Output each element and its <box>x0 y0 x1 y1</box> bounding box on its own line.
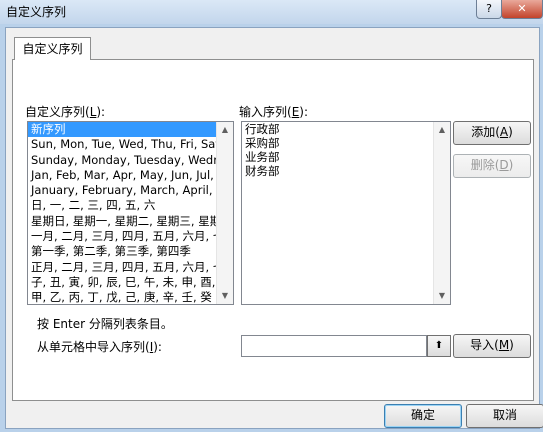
help-button[interactable]: ? <box>476 0 502 19</box>
delete-button[interactable]: 删除(D) <box>453 154 531 178</box>
range-select-icon[interactable]: ⬆ <box>427 335 451 357</box>
list-item[interactable]: January, February, March, April, May, Ju… <box>28 183 217 198</box>
title-bar[interactable]: 自定义序列 ? ✕ <box>0 0 543 24</box>
ok-button[interactable]: 确定 <box>384 404 462 428</box>
import-range-label: 从单元格中导入序列(I): <box>37 340 162 354</box>
hint-text: 按 Enter 分隔列表条目。 <box>37 317 173 331</box>
scroll-up-icon[interactable]: ▲ <box>434 122 450 138</box>
list-item[interactable]: Sun, Mon, Tue, Wed, Thu, Fri, Sat <box>28 137 217 152</box>
window-title: 自定义序列 <box>6 5 67 19</box>
entry-line: 行政部 <box>245 122 280 136</box>
entry-line: 采购部 <box>245 136 280 150</box>
custom-lists-label: 自定义序列(L): <box>25 105 106 119</box>
list-item[interactable]: Sunday, Monday, Tuesday, Wednesday, Thur… <box>28 153 217 168</box>
list-item[interactable]: 一月, 二月, 三月, 四月, 五月, 六月, 七月 <box>28 229 217 244</box>
scroll-down-icon[interactable]: ▼ <box>434 288 450 304</box>
list-item[interactable]: 正月, 二月, 三月, 四月, 五月, 六月, 七月 <box>28 260 217 275</box>
entries-textarea[interactable]: 行政部 采购部 业务部 财务部 ▲ ▼ <box>241 121 451 305</box>
tab-custom-lists[interactable]: 自定义序列 <box>14 37 91 60</box>
entries-label: 输入序列(E): <box>239 105 309 119</box>
close-button[interactable]: ✕ <box>501 0 543 19</box>
custom-lists-listbox[interactable]: 新序列 Sun, Mon, Tue, Wed, Thu, Fri, Sat Sund… <box>27 121 234 305</box>
list-item[interactable]: 日, 一, 二, 三, 四, 五, 六 <box>28 198 217 213</box>
entries-scrollbar[interactable]: ▲ ▼ <box>433 122 450 304</box>
list-item[interactable]: Jan, Feb, Mar, Apr, May, Jun, Jul, Aug, … <box>28 168 217 183</box>
add-button[interactable]: 添加(A) <box>453 121 531 145</box>
list-item[interactable]: 星期日, 星期一, 星期二, 星期三, 星期四 <box>28 214 217 229</box>
dialog-body: 自定义序列 自定义序列(L): 新序列 Sun, Mon, Tue, Wed, T… <box>5 27 543 429</box>
cancel-button[interactable]: 取消 <box>466 404 543 428</box>
entry-line: 业务部 <box>245 150 280 164</box>
scroll-up-icon[interactable]: ▲ <box>217 122 233 138</box>
entry-line: 财务部 <box>245 164 280 178</box>
tab-panel: 自定义序列(L): 新序列 Sun, Mon, Tue, Wed, Thu, Fr… <box>12 59 534 401</box>
list-item[interactable]: 甲, 乙, 丙, 丁, 戊, 己, 庚, 辛, 壬, 癸 <box>28 290 217 304</box>
custom-lists-items: 新序列 Sun, Mon, Tue, Wed, Thu, Fri, Sat Sund… <box>28 122 217 304</box>
list-item[interactable]: 第一季, 第二季, 第三季, 第四季 <box>28 244 217 259</box>
entries-lines: 行政部 采购部 业务部 财务部 <box>242 122 450 178</box>
import-range-input[interactable] <box>241 335 427 357</box>
list-item[interactable]: 子, 丑, 寅, 卯, 辰, 巳, 午, 未, 申, 酉, 戌 <box>28 275 217 290</box>
list-item[interactable]: 新序列 <box>28 122 217 138</box>
custom-lists-scrollbar[interactable]: ▲ ▼ <box>216 122 233 304</box>
scroll-down-icon[interactable]: ▼ <box>217 288 233 304</box>
import-button[interactable]: 导入(M) <box>453 334 531 358</box>
